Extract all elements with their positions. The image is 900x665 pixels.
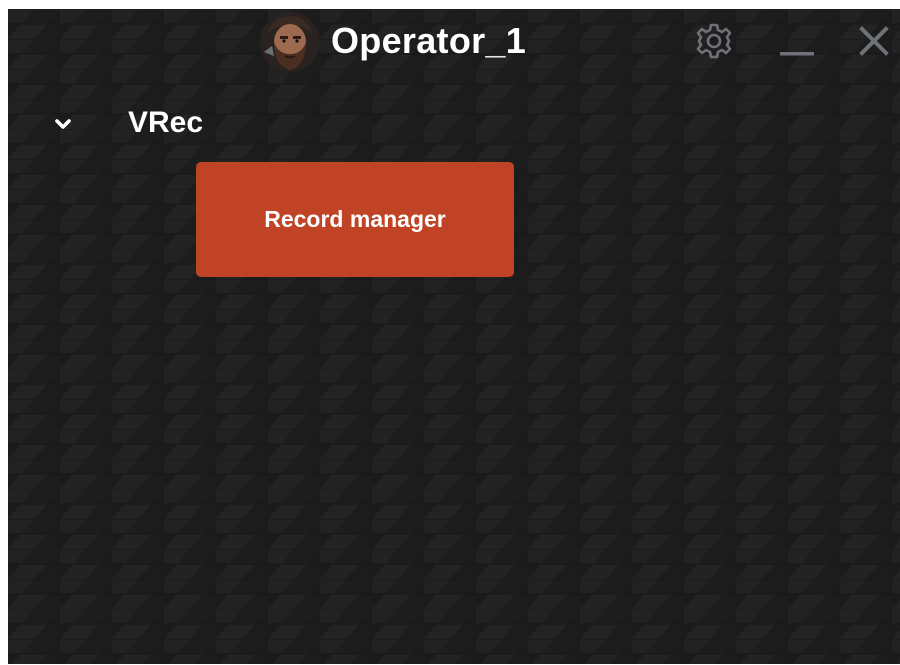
record-manager-button[interactable]: Record manager	[196, 162, 514, 277]
minimize-icon	[780, 52, 814, 56]
minimize-button[interactable]	[777, 21, 817, 61]
settings-button[interactable]	[694, 21, 734, 61]
vrec-section-toggle[interactable]: VRec	[40, 103, 340, 143]
close-icon	[859, 26, 889, 56]
app-window: Operator_1 VRec Record manager	[8, 9, 900, 664]
bearded-warrior-avatar	[260, 12, 320, 72]
title-bar[interactable]: Operator_1	[8, 9, 900, 73]
section-title: VRec	[128, 106, 204, 139]
close-button[interactable]	[854, 21, 894, 61]
gear-icon	[696, 23, 732, 59]
chevron-down-icon	[55, 119, 71, 129]
window-title: Operator_1	[331, 20, 527, 61]
